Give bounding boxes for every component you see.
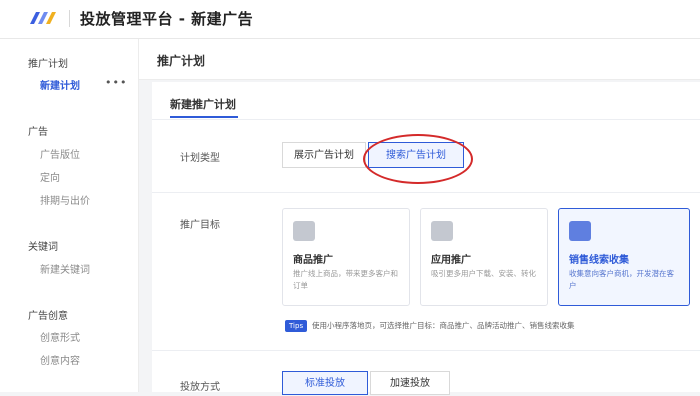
- display-ad-plan-button[interactable]: 展示广告计划: [282, 142, 366, 168]
- search-ad-plan-button[interactable]: 搜索广告计划: [368, 142, 464, 168]
- target-card-leads[interactable]: 销售线索收集 收集意向客户商机，开发潜在客户: [558, 208, 690, 306]
- sidebar-item-new-plan[interactable]: 新建计划: [40, 77, 80, 92]
- page-title: 推广计划: [157, 54, 206, 68]
- plan-type-label: 计划类型: [180, 153, 220, 164]
- page-header: 推广计划: [139, 39, 700, 80]
- tab-new-plan[interactable]: 新建推广计划: [170, 96, 236, 112]
- sidebar-group-creative[interactable]: 广告创意: [28, 307, 68, 322]
- tab-divider: [152, 119, 700, 120]
- target-card-desc: 吸引更多用户下载、安装、转化: [431, 269, 536, 278]
- sidebar-item-new-keyword[interactable]: 新建关键词: [40, 261, 90, 276]
- target-card-title: 商品推广: [293, 255, 333, 266]
- delivery-label: 投放方式: [180, 382, 220, 393]
- sidebar-group-ads[interactable]: 广告: [28, 123, 48, 138]
- tab-active-indicator: [170, 116, 238, 118]
- header-divider: [69, 10, 70, 27]
- target-card-desc: 收集意向客户商机，开发潜在客户: [569, 269, 674, 290]
- sidebar: 推广计划 新建计划 ••• 广告 广告版位 定向 排期与出价 关键词 新建关键词…: [0, 39, 139, 392]
- app-icon: [431, 221, 453, 241]
- target-card-product[interactable]: 商品推广 推广线上商品，带来更多客户和订单: [282, 208, 410, 306]
- sidebar-item-schedule-bid[interactable]: 排期与出价: [40, 192, 90, 207]
- tips-badge: Tips: [285, 320, 308, 332]
- sidebar-item-ad-placement[interactable]: 广告版位: [40, 146, 80, 161]
- standard-delivery-button[interactable]: 标准投放: [282, 371, 368, 395]
- app-title: 投放管理平台 - 新建广告: [80, 10, 254, 28]
- more-options-icon[interactable]: •••: [105, 76, 127, 89]
- sidebar-group-keywords[interactable]: 关键词: [28, 238, 58, 253]
- row-divider: [152, 350, 700, 351]
- shopping-bag-icon: [293, 221, 315, 241]
- top-bar: 投放管理平台 - 新建广告: [0, 0, 700, 39]
- brand-logo-icon[interactable]: [28, 10, 58, 26]
- target-card-title: 应用推广: [431, 255, 471, 266]
- row-divider: [152, 192, 700, 193]
- leads-icon: [569, 221, 591, 241]
- sidebar-group-plan[interactable]: 推广计划: [28, 55, 68, 70]
- target-card-title: 销售线索收集: [569, 255, 629, 266]
- tips-text: 使用小程序落地页，可选择推广目标：商品推广、品牌活动推广、销售线索收集: [312, 321, 575, 330]
- accelerated-delivery-button[interactable]: 加速投放: [370, 371, 450, 395]
- sidebar-item-creative-format[interactable]: 创意形式: [40, 329, 80, 344]
- form-card: 新建推广计划 计划类型 展示广告计划 搜索广告计划 推广目标 商品推广 推广线上…: [152, 82, 700, 395]
- target-label: 推广目标: [180, 220, 220, 231]
- sidebar-item-targeting[interactable]: 定向: [40, 169, 60, 184]
- sidebar-item-creative-content[interactable]: 创意内容: [40, 352, 80, 367]
- target-card-app[interactable]: 应用推广 吸引更多用户下载、安装、转化: [420, 208, 548, 306]
- target-card-desc: 推广线上商品，带来更多客户和订单: [293, 269, 398, 290]
